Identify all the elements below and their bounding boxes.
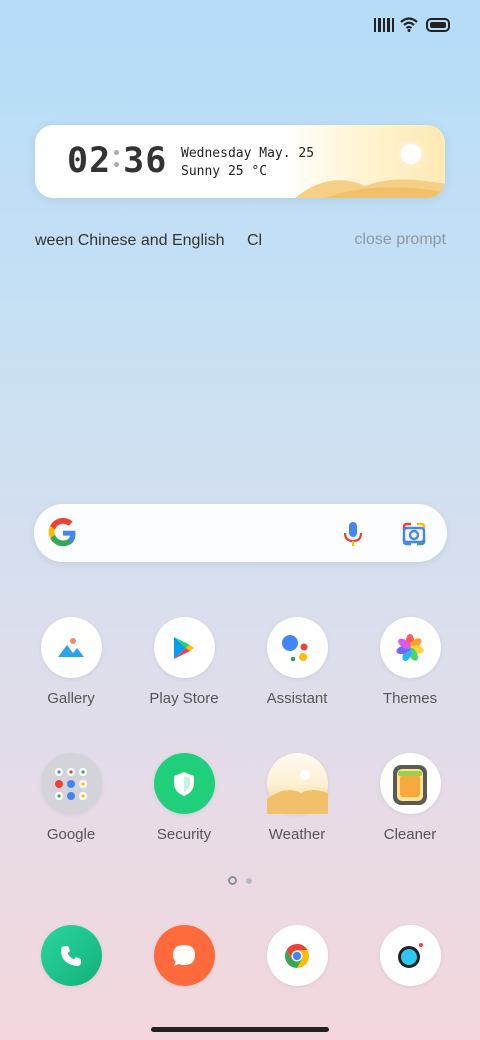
page-dot[interactable] (246, 877, 252, 884)
clock-time: 02 36 (67, 141, 167, 181)
clock-minute: 36 (123, 141, 168, 181)
google-lens-icon[interactable] (401, 521, 427, 547)
dock-camera[interactable] (355, 925, 465, 986)
status-bar (0, 0, 480, 56)
page-indicator (0, 876, 480, 885)
prompt-text-next: Cl (247, 232, 263, 249)
security-icon (153, 753, 215, 814)
chrome-icon (266, 925, 328, 986)
dunes-icon (295, 179, 445, 198)
app-cleaner[interactable]: Cleaner (355, 753, 465, 843)
dock-chrome[interactable] (242, 925, 352, 986)
app-label: Security (156, 826, 212, 843)
app-security[interactable]: Security (129, 753, 239, 843)
home-indicator[interactable] (151, 1027, 329, 1032)
status-icons (373, 17, 450, 32)
close-prompt-button[interactable]: close prompt (354, 231, 446, 249)
mic-icon[interactable] (341, 521, 365, 547)
app-label: Google (46, 826, 96, 843)
themes-icon (379, 617, 441, 678)
app-label: Weather (268, 826, 326, 843)
prompt-banner: ween Chinese and English Cl close prompt (0, 230, 480, 254)
app-label: Play Store (149, 690, 219, 707)
app-gallery[interactable]: Gallery (16, 617, 126, 707)
clock-info: Wednesday May. 25 Sunny 25 °C (181, 145, 314, 181)
prompt-text: ween Chinese and English (35, 232, 225, 249)
gallery-icon (40, 617, 102, 678)
signal-bars-icon (373, 17, 394, 32)
app-google-folder[interactable]: Google (16, 753, 126, 843)
app-label: Assistant (266, 690, 328, 707)
app-label: Gallery (47, 690, 95, 707)
cleaner-icon (379, 753, 441, 814)
weather-icon (266, 753, 328, 814)
google-folder-icon (40, 753, 102, 814)
assistant-icon (266, 617, 328, 678)
app-themes[interactable]: Themes (355, 617, 465, 707)
app-play-store[interactable]: Play Store (129, 617, 239, 707)
dock-phone[interactable] (16, 925, 126, 986)
play-store-icon (153, 617, 215, 678)
app-assistant[interactable]: Assistant (242, 617, 352, 707)
page-dot-active (228, 876, 237, 885)
phone-icon (40, 925, 102, 986)
google-g-icon (48, 518, 76, 547)
battery-icon (426, 17, 450, 32)
clock-weather-widget[interactable]: 02 36 Wednesday May. 25 Sunny 25 °C (35, 125, 445, 198)
wifi-icon (400, 17, 418, 32)
date-line: Wednesday May. 25 (181, 146, 315, 161)
app-weather[interactable]: Weather (242, 753, 352, 843)
google-search-bar[interactable] (34, 504, 447, 562)
weather-line: Sunny 25 °C (181, 164, 268, 179)
camera-icon (379, 925, 441, 986)
clock-hour: 02 (67, 141, 112, 181)
messages-icon (153, 925, 215, 986)
dock-messages[interactable] (129, 925, 239, 986)
app-label: Themes (382, 690, 438, 707)
app-label: Cleaner (383, 826, 437, 843)
sun-icon (401, 144, 421, 164)
